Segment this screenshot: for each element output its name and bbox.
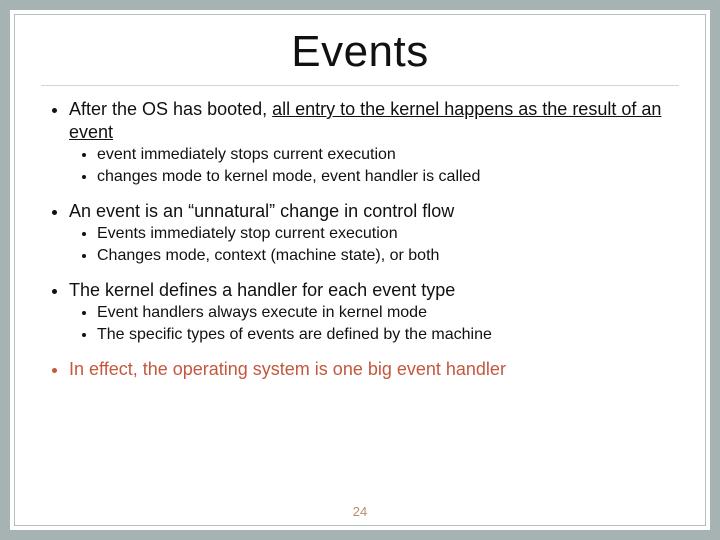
bullet-1-lead: After the OS has booted, — [69, 99, 272, 119]
bullet-1: After the OS has booted, all entry to th… — [69, 98, 679, 188]
slide-title: Events — [41, 27, 679, 77]
bullet-1-sub-1: event immediately stops current executio… — [97, 145, 679, 166]
bullet-2-sub-2: Changes mode, context (machine state), o… — [97, 246, 679, 267]
title-divider — [41, 85, 679, 86]
bullet-1-subs: event immediately stops current executio… — [69, 145, 679, 188]
bullet-2-subs: Events immediately stop current executio… — [69, 224, 679, 267]
bullet-4: In effect, the operating system is one b… — [69, 358, 679, 381]
bullet-3: The kernel defines a handler for each ev… — [69, 279, 679, 346]
bullet-list: After the OS has booted, all entry to th… — [41, 98, 679, 380]
bullet-3-sub-2: The specific types of events are defined… — [97, 325, 679, 346]
page-number: 24 — [15, 504, 705, 519]
slide-frame-outer: Events After the OS has booted, all entr… — [0, 0, 720, 540]
bullet-3-text: The kernel defines a handler for each ev… — [69, 280, 455, 300]
bullet-2-text: An event is an “unnatural” change in con… — [69, 201, 454, 221]
bullet-2: An event is an “unnatural” change in con… — [69, 200, 679, 267]
bullet-4-text: In effect, the operating system is one b… — [69, 359, 506, 379]
bullet-2-sub-1: Events immediately stop current executio… — [97, 224, 679, 245]
slide-frame-mid: Events After the OS has booted, all entr… — [10, 10, 710, 530]
bullet-1-sub-2: changes mode to kernel mode, event handl… — [97, 167, 679, 188]
bullet-3-sub-1: Event handlers always execute in kernel … — [97, 303, 679, 324]
slide-content: Events After the OS has booted, all entr… — [14, 14, 706, 526]
bullet-3-subs: Event handlers always execute in kernel … — [69, 303, 679, 346]
